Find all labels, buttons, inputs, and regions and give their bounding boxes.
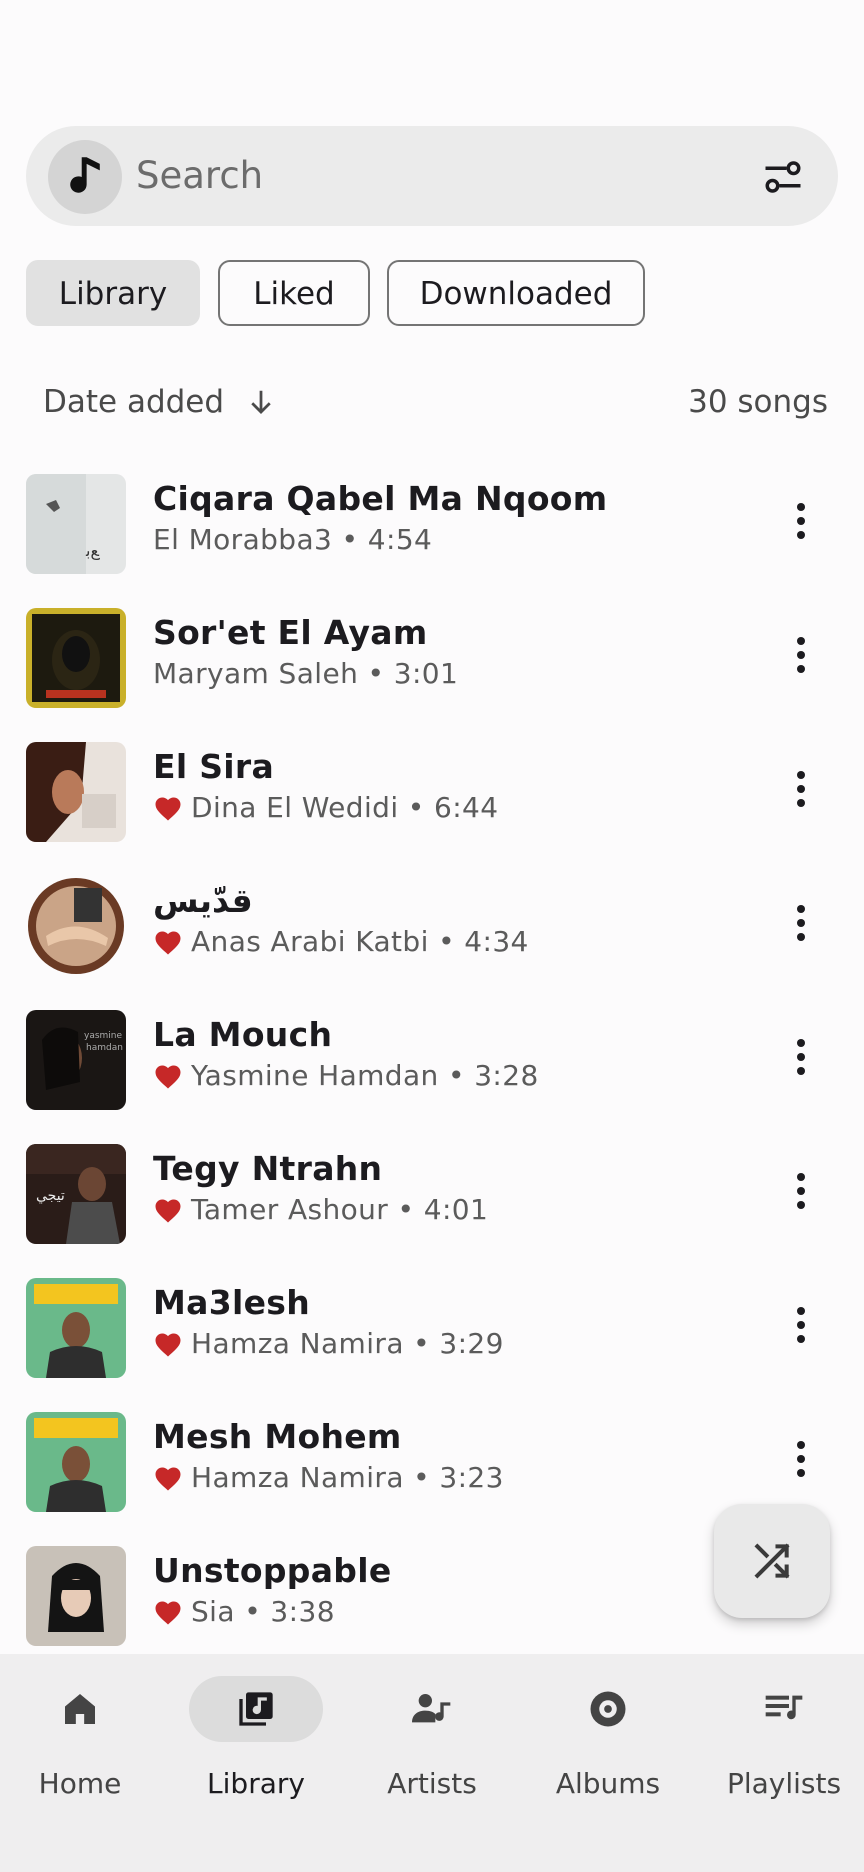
nav-label: Library [207,1767,305,1800]
song-row[interactable]: قدّيس Anas Arabi Katbi • 4:34 [0,856,864,990]
song-subtitle: Tamer Ashour • 4:01 [153,1190,488,1230]
album-art [26,876,126,976]
album-art [26,1412,126,1512]
song-subtitle: Sia • 3:38 [153,1592,335,1632]
album-art [26,742,126,842]
song-row[interactable]: ﺗﻴﺠﻲ Tegy Ntrahn Tamer Ashour • 4:01 [0,1124,864,1258]
song-title: Tegy Ntrahn [153,1149,383,1188]
more-options-icon[interactable] [786,896,816,950]
song-subtitle: Hamza Namira • 3:29 [153,1324,504,1364]
search-bar[interactable]: Search [26,126,838,226]
svg-text:ﺗﻴﺠﻲ: ﺗﻴﺠﻲ [36,1188,65,1204]
heart-icon [155,1467,181,1491]
more-options-icon[interactable] [786,1298,816,1352]
bottom-navigation: Home Library Artists Albums Playlists [0,1654,864,1872]
song-title: قدّيس [153,881,253,920]
song-subtitle: El Morabba3 • 4:54 [153,523,433,556]
song-row[interactable]: Sor'et El Ayam Maryam Saleh • 3:01 [0,588,864,722]
song-row[interactable]: ﻊﺑ Ciqara Qabel Ma Nqoom El Morabba3 • 4… [0,454,864,588]
heart-icon [155,1333,181,1357]
shuffle-button[interactable] [714,1504,830,1618]
album-art [26,1546,126,1646]
song-title: El Sira [153,747,275,786]
nav-label: Artists [387,1767,477,1800]
song-subtitle: Yasmine Hamdan • 3:28 [153,1056,539,1096]
heart-icon [155,1065,181,1089]
song-title: Sor'et El Ayam [153,613,428,652]
chip-library[interactable]: Library [26,260,200,326]
playlist-icon [717,1676,851,1742]
heart-icon [155,1199,181,1223]
heart-icon [155,797,181,821]
song-row[interactable]: Ma3lesh Hamza Namira • 3:29 [0,1258,864,1392]
home-icon [13,1676,147,1742]
nav-label: Albums [555,1767,661,1800]
song-title: La Mouch [153,1015,333,1054]
more-options-icon[interactable] [786,494,816,548]
svg-text:yasmine: yasmine [84,1031,123,1041]
album-art [26,608,126,708]
song-count: 30 songs [688,384,828,420]
album-icon [541,1676,675,1742]
album-art: yasmine hamdan [26,1010,126,1110]
shuffle-icon [754,1543,790,1579]
nav-item-artists[interactable]: Artists [352,1676,512,1806]
song-subtitle: Maryam Saleh • 3:01 [153,657,459,690]
arrow-down-icon[interactable] [246,386,276,418]
more-options-icon[interactable] [786,1030,816,1084]
song-title: Unstoppable [153,1551,392,1590]
song-subtitle: Hamza Namira • 3:23 [153,1458,504,1498]
song-title: Ma3lesh [153,1283,310,1322]
song-subtitle: Anas Arabi Katbi • 4:34 [153,922,529,962]
app-logo-icon[interactable] [48,140,122,214]
more-options-icon[interactable] [786,762,816,816]
nav-item-playlists[interactable]: Playlists [704,1676,864,1806]
song-row[interactable]: yasmine hamdan La Mouch Yasmine Hamdan • … [0,990,864,1124]
sort-selector[interactable]: Date added [43,380,224,424]
library-music-icon [189,1676,323,1742]
nav-item-albums[interactable]: Albums [528,1676,688,1806]
chip-downloaded[interactable]: Downloaded [387,260,645,326]
album-art [26,1278,126,1378]
search-input[interactable]: Search [136,150,263,202]
album-art: ﺗﻴﺠﻲ [26,1144,126,1244]
song-title: Mesh Mohem [153,1417,402,1456]
more-options-icon[interactable] [786,628,816,682]
nav-label: Home [38,1767,122,1800]
heart-icon [155,931,181,955]
nav-label: Playlists [726,1767,842,1800]
heart-icon [155,1601,181,1625]
song-row[interactable]: El Sira Dina El Wedidi • 6:44 [0,722,864,856]
more-options-icon[interactable] [786,1432,816,1486]
nav-item-home[interactable]: Home [0,1676,160,1806]
song-title: Ciqara Qabel Ma Nqoom [153,479,608,518]
song-subtitle: Dina El Wedidi • 6:44 [153,788,499,828]
album-art: ﻊﺑ [26,474,126,574]
svg-text:hamdan: hamdan [86,1043,123,1053]
filter-settings-icon[interactable] [762,156,804,198]
nav-item-library[interactable]: Library [176,1676,336,1806]
chip-liked[interactable]: Liked [218,260,370,326]
svg-text:ﻊﺑ: ﻊﺑ [85,541,100,561]
more-options-icon[interactable] [786,1164,816,1218]
artist-icon [365,1676,499,1742]
